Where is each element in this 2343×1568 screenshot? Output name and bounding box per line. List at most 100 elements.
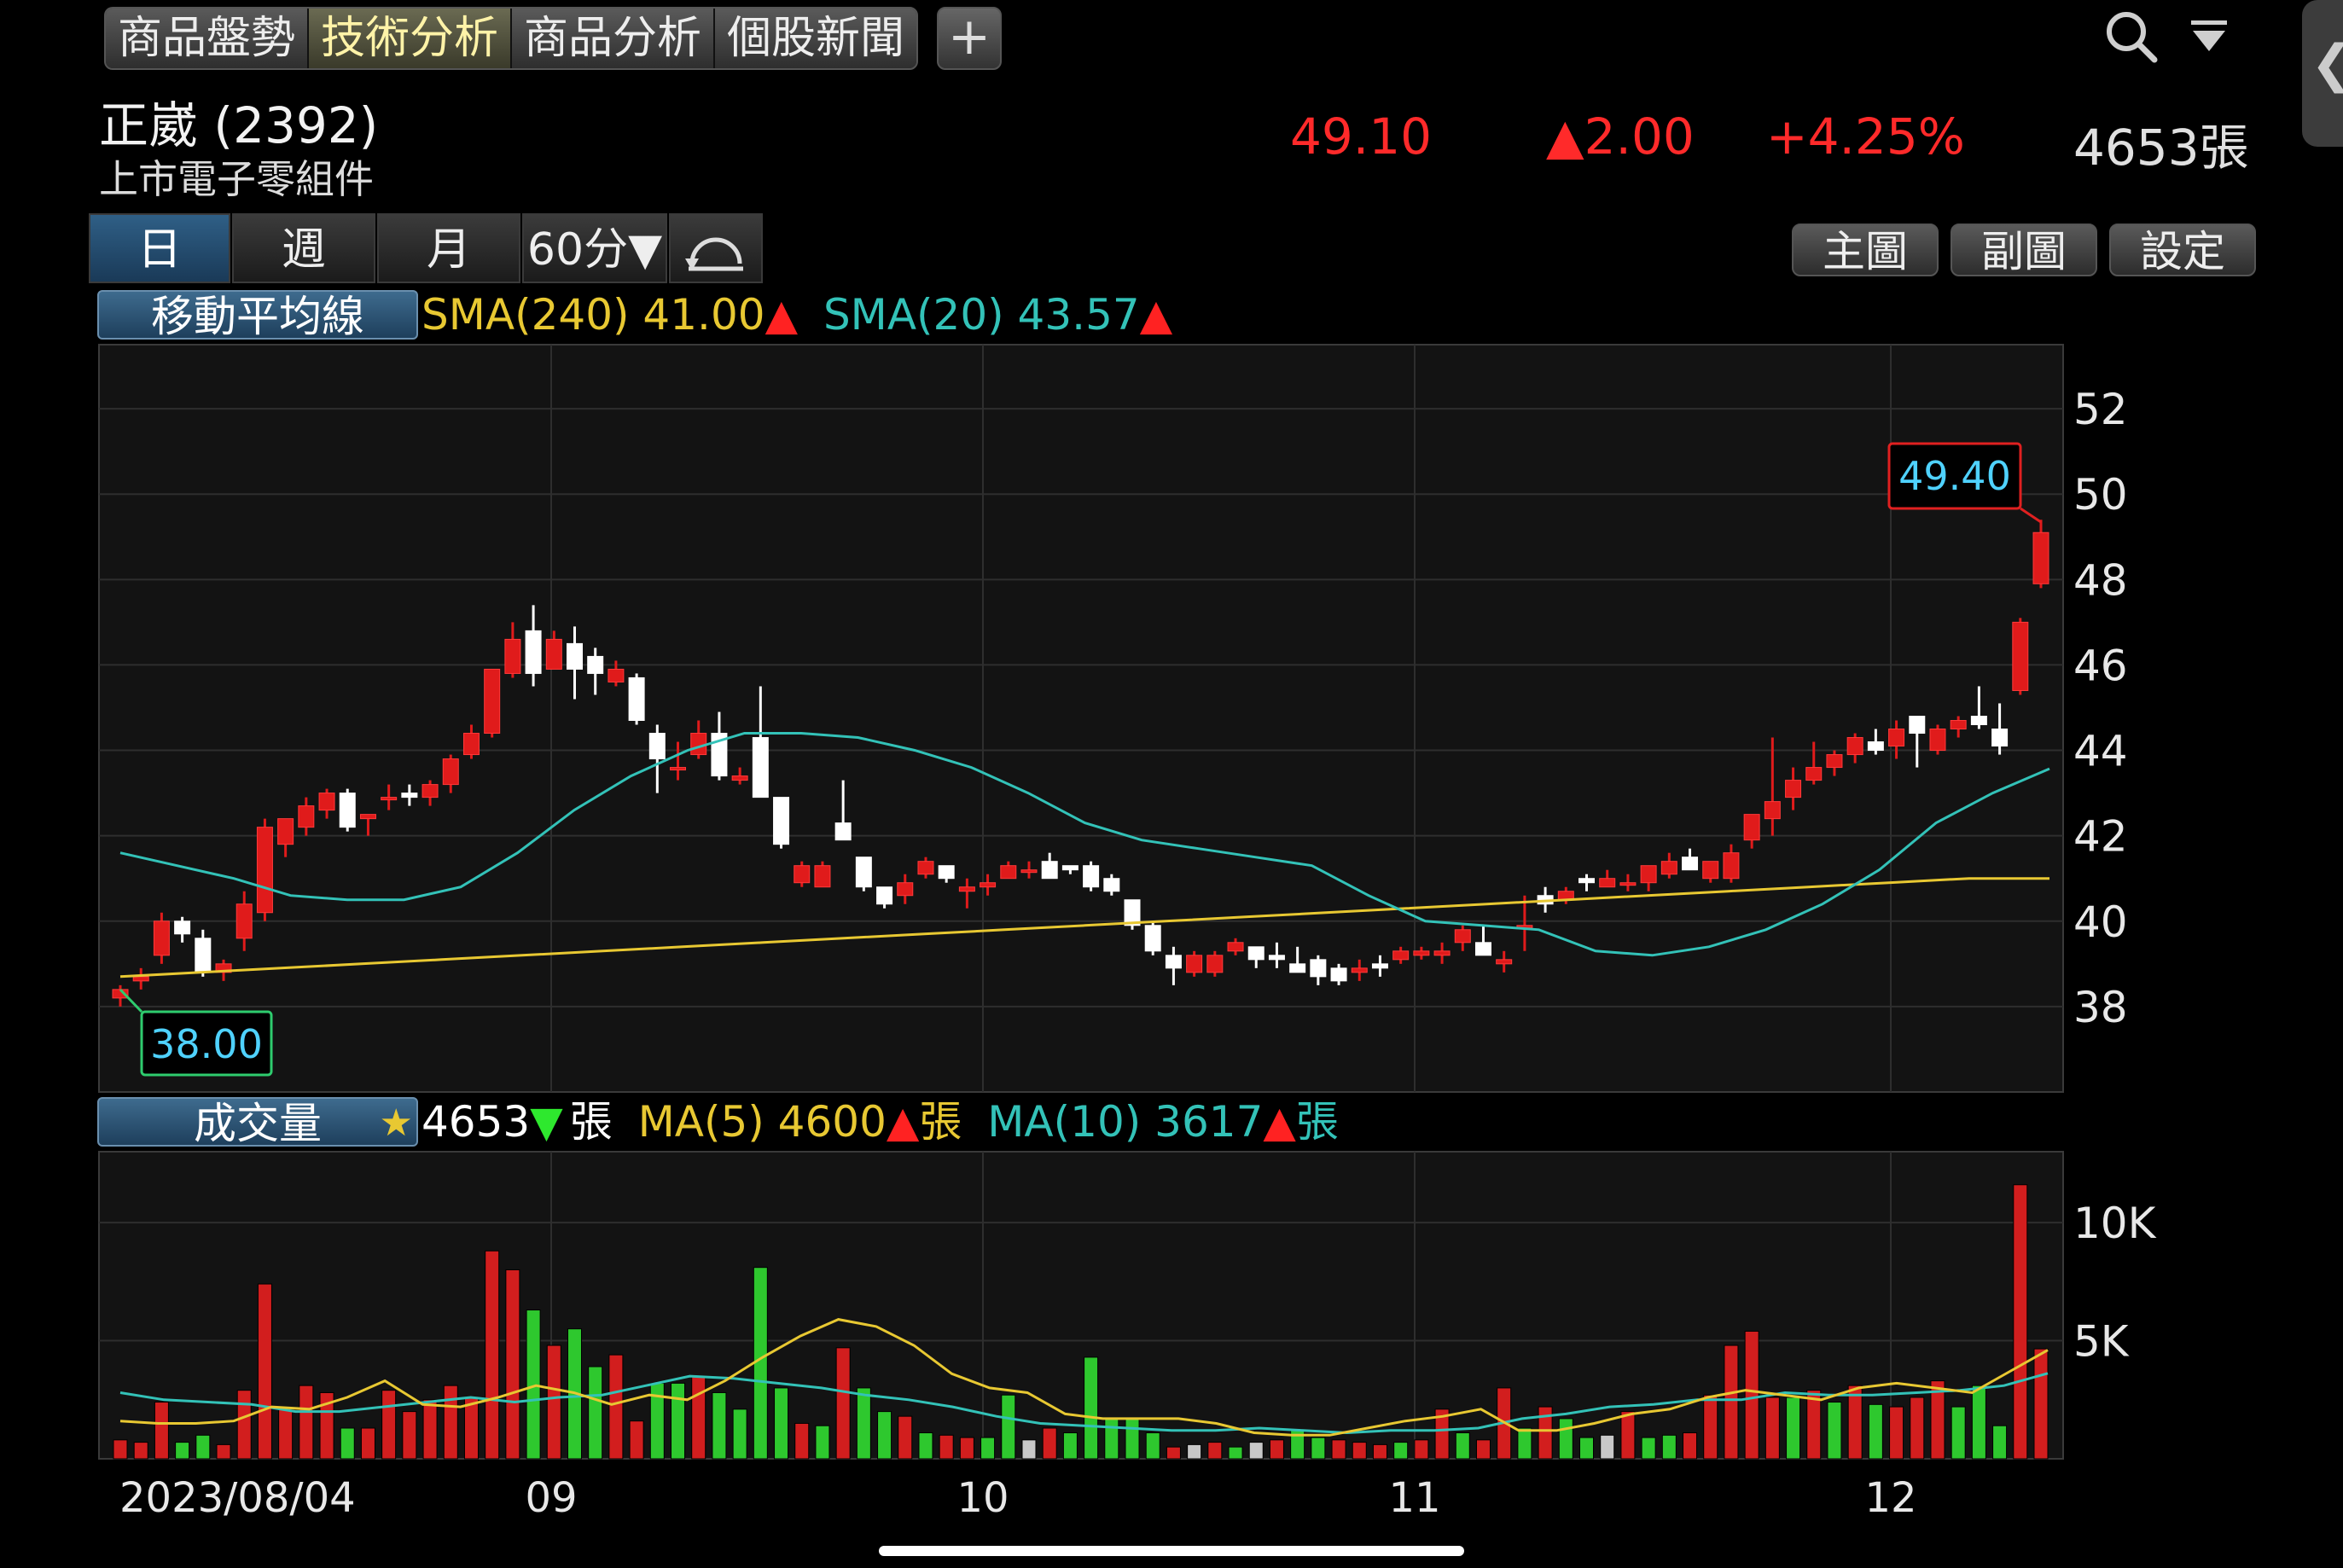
volume-bar [1600, 1434, 1615, 1460]
candle-body [1371, 963, 1388, 969]
candle-body [1041, 861, 1058, 880]
candle-body [525, 630, 542, 674]
candle-body [1640, 865, 1657, 884]
volume-bar [175, 1442, 190, 1460]
candle-body [545, 638, 562, 670]
volume-bar [1187, 1443, 1202, 1460]
candle-body [1433, 950, 1451, 956]
volume-bar [918, 1432, 933, 1460]
volume-bar [1001, 1394, 1016, 1460]
candle-body [1351, 967, 1368, 973]
price-tick-label: 38 [2073, 983, 2128, 1032]
volume-bar [588, 1366, 603, 1460]
volume-bar [1228, 1446, 1243, 1460]
candle-body [1929, 729, 1946, 752]
price-tick-label: 44 [2073, 727, 2128, 776]
volume-bar [340, 1427, 355, 1460]
volume-bar [113, 1439, 128, 1460]
candle-body [958, 886, 975, 892]
volume-bar [1331, 1439, 1346, 1460]
volume-bar [1558, 1418, 1573, 1460]
volume-bar [216, 1443, 231, 1460]
volume-bar [1352, 1442, 1367, 1460]
volume-bar [608, 1354, 624, 1460]
candle-body [1888, 729, 1905, 747]
volume-bar [1269, 1439, 1284, 1460]
volume-bar [1125, 1418, 1140, 1460]
volume-bar [1827, 1402, 1842, 1460]
candle-body [422, 784, 439, 799]
volume-bar [133, 1442, 148, 1460]
candle-body [1950, 720, 1967, 730]
volume-bar [299, 1385, 314, 1460]
volume-bar [505, 1269, 520, 1460]
candle-body [174, 920, 191, 935]
candle-body [1764, 801, 1781, 820]
candle-body [339, 793, 356, 828]
price-panel [98, 344, 2064, 1093]
volume-bar [1951, 1406, 1966, 1460]
price-tick-label: 46 [2073, 641, 2128, 690]
volume-bar [1641, 1437, 1656, 1460]
candle-body [1392, 950, 1410, 961]
candle-body [235, 903, 253, 939]
candle-body [1867, 741, 1884, 752]
candle-body [1991, 729, 2009, 747]
candle-body [1330, 967, 1347, 982]
volume-bar [732, 1408, 747, 1460]
candle-body [504, 638, 521, 674]
candle-body [690, 733, 707, 756]
candle-body [1413, 950, 1430, 956]
candle-body [773, 797, 790, 845]
volume-bar [671, 1382, 686, 1460]
candle-body [1165, 955, 1182, 969]
volume-bar [360, 1427, 375, 1460]
candle-body [917, 861, 934, 875]
volume-tick-label: 5K [2073, 1317, 2130, 1367]
candle-body [628, 677, 645, 722]
volume-bar [856, 1387, 871, 1460]
candle-body [1805, 767, 1823, 781]
volume-bar [1062, 1432, 1078, 1460]
volume-bar [1868, 1403, 1883, 1460]
candle-body [731, 775, 748, 781]
candle-body [153, 920, 170, 956]
candle-body [277, 818, 294, 845]
candle-body [1826, 754, 1843, 769]
volume-bar [1683, 1432, 1698, 1460]
volume-bar [1475, 1439, 1491, 1460]
candle-body [1103, 878, 1120, 892]
volume-bar [1393, 1442, 1409, 1460]
volume-bar [1084, 1356, 1099, 1460]
candle-body [814, 865, 831, 888]
price-tick-label: 48 [2073, 555, 2128, 605]
high-callout-value: 49.40 [1898, 453, 2011, 499]
volume-bar [1765, 1397, 1780, 1460]
candle-body [587, 655, 604, 674]
candle-body [752, 737, 769, 799]
volume-bar [1724, 1344, 1739, 1460]
candle-body [132, 976, 149, 982]
candle-body [670, 767, 687, 771]
candle-body [381, 797, 398, 801]
candle-body [1660, 861, 1677, 875]
volume-tick-label: 10K [2073, 1199, 2157, 1248]
candle-body [462, 733, 480, 756]
volume-bar [794, 1422, 810, 1460]
candle-body [298, 805, 315, 828]
candle-body [794, 865, 811, 884]
volume-bar [443, 1385, 458, 1460]
candle-body [2032, 531, 2049, 584]
candle-body [1454, 929, 1471, 944]
candle-body [442, 758, 459, 786]
price-tick-label: 42 [2073, 812, 2128, 862]
volume-bar [1703, 1394, 1718, 1460]
price-tick-label: 52 [2073, 385, 2128, 434]
candle-body [1247, 946, 1265, 961]
volume-bar [1517, 1427, 1532, 1460]
volume-bar [1248, 1442, 1264, 1460]
volume-bar [1847, 1385, 1863, 1460]
price-volume-chart[interactable]: 38 40 42 44 46 48 50 52 5K 10K 2023/08/04 09 10 11 12 4… [0, 0, 2343, 1568]
volume-bar [422, 1399, 438, 1460]
volume-bar [753, 1267, 768, 1460]
